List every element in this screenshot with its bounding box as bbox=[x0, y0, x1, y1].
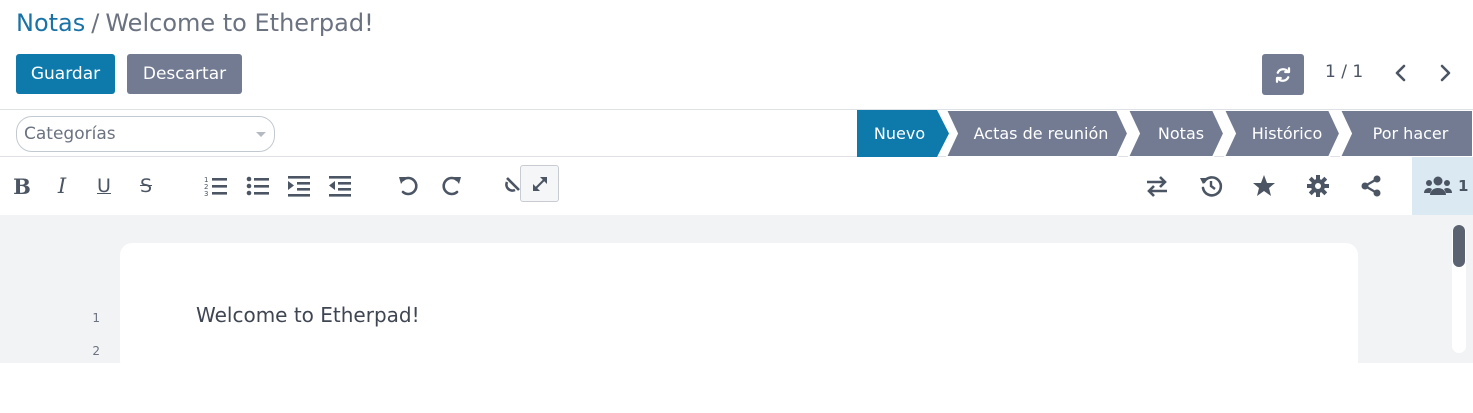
breadcrumb-separator: / bbox=[91, 9, 100, 37]
chevron-left-icon bbox=[1395, 64, 1406, 82]
pager-value[interactable]: 1 / 1 bbox=[1325, 62, 1363, 82]
import-export-icon bbox=[1147, 176, 1167, 197]
indent-icon bbox=[288, 176, 310, 197]
chevron-right-icon bbox=[1440, 64, 1451, 82]
pager-previous-button[interactable] bbox=[1390, 60, 1412, 86]
star-icon bbox=[1253, 175, 1275, 196]
categories-placeholder: Categorías bbox=[24, 124, 116, 144]
refresh-button[interactable] bbox=[1262, 54, 1304, 95]
save-button[interactable]: Guardar bbox=[16, 54, 115, 94]
discard-button[interactable]: Descartar bbox=[127, 54, 242, 94]
redo-icon bbox=[442, 176, 461, 196]
stage-label: Por hacer bbox=[1372, 124, 1449, 143]
stage-nuevo[interactable]: Nuevo bbox=[857, 110, 949, 157]
caret-down-icon bbox=[256, 132, 266, 137]
stage-label: Histórico bbox=[1251, 124, 1323, 143]
pager-next-button[interactable] bbox=[1434, 60, 1456, 86]
editor-toolbar: B I U S 1 2 3 1 bbox=[0, 157, 1473, 215]
stage-label: Notas bbox=[1157, 124, 1205, 143]
users-count: 1 bbox=[1458, 177, 1469, 195]
bold-icon: B bbox=[13, 173, 31, 199]
line-number: 1 bbox=[92, 311, 100, 325]
timeslider-button[interactable] bbox=[1198, 173, 1224, 199]
import-export-button[interactable] bbox=[1144, 173, 1170, 199]
stage-historico[interactable]: Histórico bbox=[1224, 110, 1340, 157]
undo-icon bbox=[399, 176, 418, 196]
stage-label: Actas de reunión bbox=[973, 124, 1109, 143]
stage-actas-de-reunion[interactable]: Actas de reunión bbox=[946, 110, 1128, 157]
expand-icon bbox=[532, 176, 547, 191]
scrollbar-thumb[interactable] bbox=[1453, 225, 1465, 267]
stage-label: Nuevo bbox=[873, 124, 926, 143]
stage-por-hacer[interactable]: Por hacer bbox=[1340, 110, 1473, 157]
status-row: Categorías Nuevo Actas de reunión Notas … bbox=[0, 109, 1473, 157]
line-number: 2 bbox=[92, 344, 100, 358]
expand-button[interactable] bbox=[520, 165, 559, 202]
strikethrough-button[interactable]: S bbox=[133, 173, 159, 199]
redo-button[interactable] bbox=[438, 173, 464, 199]
star-button[interactable] bbox=[1251, 173, 1277, 199]
categories-select[interactable]: Categorías bbox=[16, 116, 275, 152]
indent-button[interactable] bbox=[286, 173, 312, 199]
stage-notas[interactable]: Notas bbox=[1128, 110, 1224, 157]
settings-icon bbox=[1307, 175, 1329, 197]
unordered-list-icon bbox=[246, 176, 269, 196]
outdent-icon bbox=[329, 176, 351, 197]
users-button[interactable]: 1 bbox=[1412, 157, 1473, 215]
settings-button[interactable] bbox=[1305, 173, 1331, 199]
editor-area: 1 2 Welcome to Etherpad! bbox=[0, 215, 1473, 373]
underline-icon: U bbox=[97, 175, 111, 197]
breadcrumb-parent-link[interactable]: Notas bbox=[16, 9, 85, 37]
timeslider-icon bbox=[1200, 176, 1223, 197]
page-title: Welcome to Etherpad! bbox=[105, 9, 374, 37]
share-icon bbox=[1361, 175, 1381, 197]
italic-icon: I bbox=[57, 174, 67, 198]
ordered-list-icon: 1 2 3 bbox=[204, 176, 227, 197]
italic-button[interactable]: I bbox=[49, 173, 75, 199]
ordered-list-button[interactable]: 1 2 3 bbox=[203, 173, 229, 199]
bold-button[interactable]: B bbox=[9, 173, 35, 199]
undo-button[interactable] bbox=[396, 173, 422, 199]
breadcrumb: Notas / Welcome to Etherpad! bbox=[16, 8, 374, 38]
svg-text:3: 3 bbox=[204, 190, 208, 197]
underline-button[interactable]: U bbox=[91, 173, 117, 199]
unordered-list-button[interactable] bbox=[245, 173, 271, 199]
share-button[interactable] bbox=[1358, 173, 1384, 199]
pad-line-text[interactable]: Welcome to Etherpad! bbox=[196, 303, 420, 327]
stage-bar: Nuevo Actas de reunión Notas Histórico P… bbox=[857, 110, 1473, 157]
strikethrough-icon: S bbox=[139, 175, 153, 197]
refresh-icon bbox=[1275, 66, 1291, 83]
users-icon bbox=[1424, 176, 1452, 195]
outdent-button[interactable] bbox=[327, 173, 353, 199]
